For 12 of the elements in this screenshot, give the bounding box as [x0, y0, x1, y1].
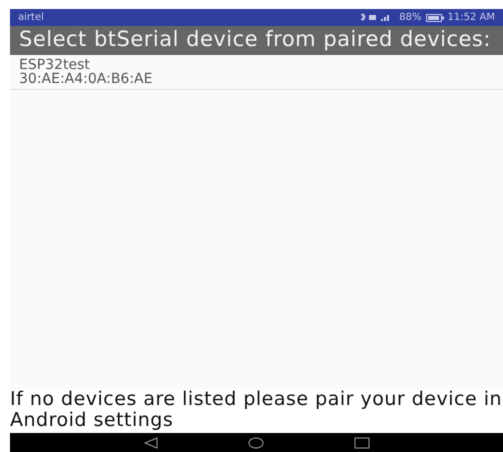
dialog-title: Select btSerial device from paired devices:: [19, 27, 491, 51]
battery-icon: [426, 14, 444, 22]
home-icon[interactable]: [248, 436, 264, 448]
carrier-name: airtel: [18, 11, 44, 25]
battery-percent: 88%: [399, 11, 422, 25]
recents-icon[interactable]: [354, 436, 370, 448]
back-icon[interactable]: [144, 436, 158, 448]
device-address: 30:AE:A4:0A:B6:AE: [19, 72, 154, 86]
clock: 11:52 AM: [448, 11, 495, 25]
footer-message: If no devices are listed please pair your device in Android settings: [9, 389, 503, 431]
device-item[interactable]: ESP32test 30:AE:A4:0A:B6:AE: [10, 55, 503, 90]
device-name: ESP32test: [19, 58, 90, 72]
